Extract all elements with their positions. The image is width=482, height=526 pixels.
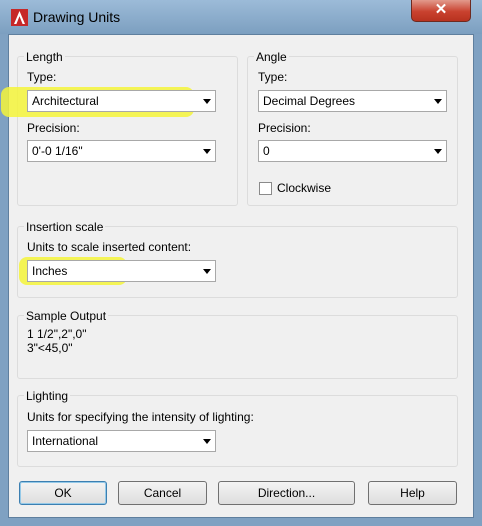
- direction-button[interactable]: Direction...: [218, 481, 355, 505]
- chevron-down-icon: [203, 269, 211, 274]
- sample-output-line-2: 3"<45,0": [27, 341, 73, 355]
- ok-button[interactable]: OK: [19, 481, 107, 505]
- clockwise-label[interactable]: Clockwise: [277, 181, 331, 195]
- lighting-units-value: International: [32, 434, 99, 448]
- sample-output-group-label: Sample Output: [24, 309, 109, 323]
- length-type-value: Architectural: [32, 94, 99, 108]
- dialog-body: Length Type: Architectural Precision: 0'…: [1, 34, 474, 518]
- angle-type-value: Decimal Degrees: [263, 94, 356, 108]
- close-button[interactable]: ✕: [411, 0, 471, 22]
- angle-group-label: Angle: [254, 50, 289, 64]
- length-precision-value: 0'-0 1/16": [32, 144, 83, 158]
- chevron-down-icon: [203, 439, 211, 444]
- lighting-units-label: Units for specifying the intensity of li…: [27, 410, 254, 424]
- insertion-units-value: Inches: [32, 264, 68, 278]
- chevron-down-icon: [203, 99, 211, 104]
- chevron-down-icon: [434, 99, 442, 104]
- angle-type-label: Type:: [258, 70, 288, 84]
- angle-type-select[interactable]: Decimal Degrees: [258, 90, 447, 112]
- length-precision-select[interactable]: 0'-0 1/16": [27, 140, 216, 162]
- help-button[interactable]: Help: [368, 481, 457, 505]
- angle-precision-value: 0: [263, 144, 270, 158]
- length-group-label: Length: [24, 50, 65, 64]
- length-precision-label: Precision:: [27, 121, 80, 135]
- clockwise-checkbox[interactable]: [259, 182, 272, 195]
- title-bar[interactable]: Drawing Units ✕: [0, 0, 482, 34]
- insertion-scale-group-label: Insertion scale: [24, 220, 106, 234]
- autocad-logo-icon: [11, 9, 28, 26]
- close-icon: ✕: [434, 1, 448, 18]
- insertion-units-select[interactable]: Inches: [27, 260, 216, 282]
- sample-output-line-1: 1 1/2",2",0": [27, 327, 87, 341]
- cancel-button[interactable]: Cancel: [118, 481, 207, 505]
- chevron-down-icon: [434, 149, 442, 154]
- lighting-units-select[interactable]: International: [27, 430, 216, 452]
- angle-precision-select[interactable]: 0: [258, 140, 447, 162]
- angle-precision-label: Precision:: [258, 121, 311, 135]
- length-type-select[interactable]: Architectural: [27, 90, 216, 112]
- sample-output-group: [17, 315, 458, 379]
- chevron-down-icon: [203, 149, 211, 154]
- length-type-label: Type:: [27, 70, 57, 84]
- lighting-group-label: Lighting: [24, 389, 71, 403]
- window-title: Drawing Units: [33, 9, 121, 25]
- insertion-units-label: Units to scale inserted content:: [27, 240, 192, 254]
- drawing-units-window: Drawing Units ✕ Length Type: Architectur…: [0, 0, 482, 526]
